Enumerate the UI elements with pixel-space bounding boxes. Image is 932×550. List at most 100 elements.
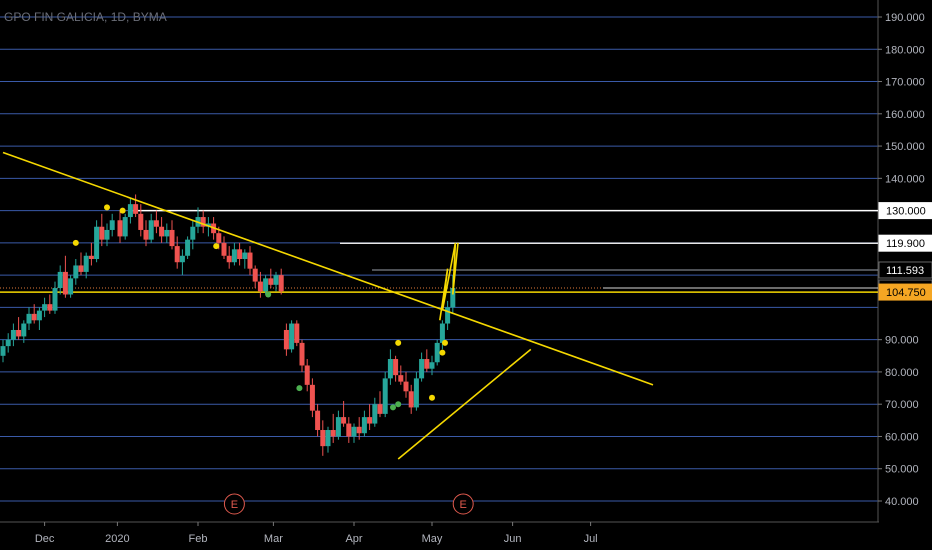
signal-dot xyxy=(265,291,272,298)
candle-body xyxy=(304,365,310,385)
x-tick-label: Jul xyxy=(584,533,598,545)
candle-body xyxy=(52,288,58,311)
candle-body xyxy=(88,255,94,259)
signal-dot xyxy=(442,339,448,346)
candle-body xyxy=(68,278,74,295)
candle-body xyxy=(263,278,269,292)
candle-body xyxy=(73,265,79,279)
symbol-title: GPO FIN GALICIA, 1D, BYMA xyxy=(4,10,167,24)
candle-body xyxy=(242,252,248,259)
candle-body xyxy=(419,359,425,379)
candle-body xyxy=(356,426,362,434)
candle-body xyxy=(320,430,326,447)
candle-body xyxy=(445,307,451,324)
candle-body xyxy=(361,417,367,434)
candle-body xyxy=(133,204,139,214)
y-tick-label: 80.000 xyxy=(885,367,919,379)
x-tick-label: May xyxy=(422,533,443,545)
x-tick-label: 2020 xyxy=(105,533,129,545)
y-tick-label: 90.000 xyxy=(885,335,919,347)
y-tick-label: 150.000 xyxy=(885,141,925,153)
y-tick-label: 160.000 xyxy=(885,109,925,121)
candle-body xyxy=(122,217,128,237)
candle-body xyxy=(252,268,258,282)
candle-body xyxy=(99,226,105,240)
candle-body xyxy=(185,239,191,256)
candle-body xyxy=(153,220,159,227)
signal-dot xyxy=(72,239,79,246)
candle-body xyxy=(127,204,133,218)
candle-body xyxy=(299,342,305,366)
candle-body xyxy=(26,313,32,324)
price-badge-label: 104.750 xyxy=(886,287,926,299)
price-axis[interactable]: 190.000 180.000 170.000 160.000 150.000 140.0… xyxy=(878,0,932,550)
candle-body xyxy=(278,275,284,292)
x-tick-label: Dec xyxy=(35,533,55,545)
candle-body xyxy=(268,278,274,285)
candle-body xyxy=(138,213,144,230)
candle-body xyxy=(325,430,331,447)
signal-dot xyxy=(390,404,396,411)
price-badge-label: 111.593 xyxy=(886,265,924,277)
candle-body xyxy=(283,329,289,350)
candle-body xyxy=(231,249,237,263)
candle-body xyxy=(289,323,295,350)
candle-body xyxy=(382,378,388,414)
candle-body xyxy=(47,304,53,311)
signal-dot xyxy=(296,385,303,392)
candle-body xyxy=(257,281,263,292)
candle-body xyxy=(387,359,393,379)
candle-body xyxy=(372,404,378,424)
candle-body xyxy=(0,346,6,356)
candle-body xyxy=(164,229,170,237)
candle-body xyxy=(398,375,404,382)
x-tick-label: Mar xyxy=(264,533,283,545)
candle-body xyxy=(367,417,373,424)
candle-body xyxy=(36,310,42,321)
candle-body xyxy=(117,220,123,237)
candle-body xyxy=(330,430,336,437)
candle-body xyxy=(78,265,84,272)
candle-body xyxy=(148,220,154,240)
candle-body xyxy=(294,323,300,343)
candle-body xyxy=(226,255,232,263)
candle-body xyxy=(21,323,27,337)
candle-body xyxy=(174,246,180,263)
candle-body xyxy=(10,329,16,340)
candle-body xyxy=(273,275,279,285)
candle-body xyxy=(16,329,22,337)
y-tick-label: 140.000 xyxy=(885,173,925,185)
candle-body xyxy=(341,417,347,424)
price-badge-label: 119.900 xyxy=(886,238,925,250)
candle-body xyxy=(159,226,165,237)
x-tick-label: Feb xyxy=(189,533,208,545)
candle-body xyxy=(216,233,222,243)
candlestick-chart[interactable]: 190.000 180.000 170.000 160.000 150.000 140.0… xyxy=(0,0,932,550)
candle-body xyxy=(335,417,341,437)
x-tick-label: Apr xyxy=(345,533,362,545)
candle-body xyxy=(221,242,227,256)
candle-body xyxy=(434,342,440,363)
candle-body xyxy=(62,271,68,295)
signal-dot xyxy=(429,394,435,401)
signal-dot xyxy=(119,207,126,214)
candle-body xyxy=(57,271,63,289)
candle-body xyxy=(309,384,315,411)
signal-dot xyxy=(213,243,220,250)
candle-body xyxy=(247,252,253,269)
candle-body xyxy=(424,359,430,369)
candle-body xyxy=(104,229,110,240)
y-tick-label: 60.000 xyxy=(885,431,919,443)
candle-body xyxy=(237,249,243,259)
candle-body xyxy=(31,313,37,321)
y-tick-label: 180.000 xyxy=(885,44,925,56)
candle-body xyxy=(351,426,357,437)
signal-dot xyxy=(395,401,402,408)
y-tick-label: 50.000 xyxy=(885,464,919,476)
candle-body xyxy=(403,381,409,392)
earnings-badge-label: E xyxy=(460,499,467,511)
y-tick-label: 70.000 xyxy=(885,399,919,411)
candle-body xyxy=(190,226,196,240)
candle-body xyxy=(413,378,419,408)
candle-body xyxy=(109,220,115,230)
